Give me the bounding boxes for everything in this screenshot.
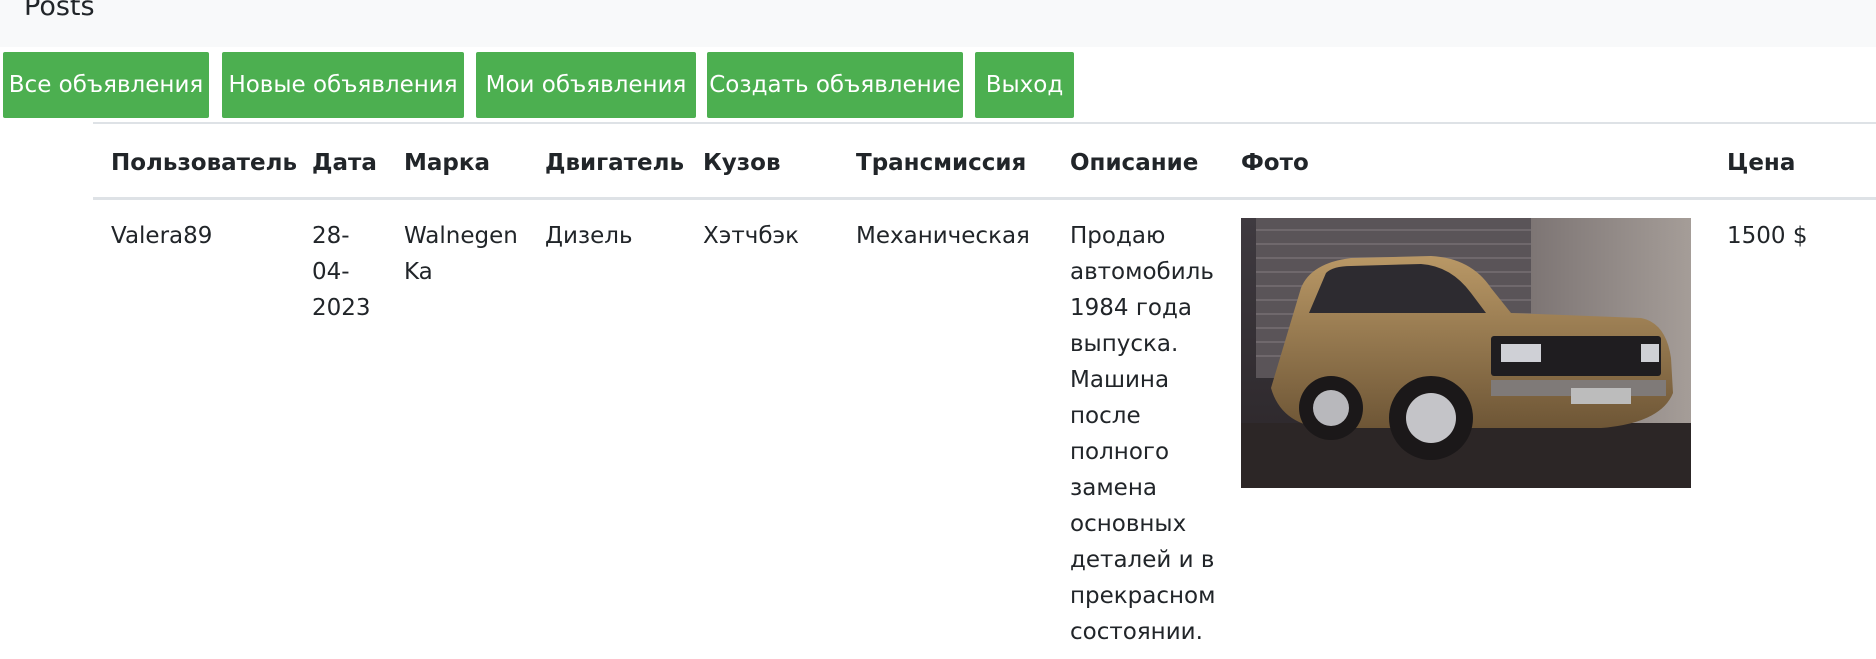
table-top-border	[93, 122, 1876, 124]
cell-price: 1500 $	[1727, 223, 1808, 249]
cell-brand: Walnegen Ka	[404, 218, 518, 290]
description-line: выпуска.	[1070, 331, 1179, 357]
logout-button[interactable]: Выход	[975, 52, 1074, 118]
header-transmission: Трансмиссия	[856, 150, 1027, 176]
new-posts-button[interactable]: Новые объявления	[222, 52, 464, 118]
header-photo: Фото	[1241, 150, 1309, 176]
app-brand[interactable]: Posts	[24, 0, 95, 24]
my-posts-button[interactable]: Мои объявления	[476, 52, 696, 118]
cell-date: 28- 04- 2023	[312, 218, 371, 326]
description-line: 1984 года	[1070, 295, 1192, 321]
header-description: Описание	[1070, 150, 1199, 176]
header-brand: Марка	[404, 150, 491, 176]
table-header-border	[93, 197, 1876, 200]
car-photo[interactable]	[1241, 218, 1691, 488]
cell-description: Продаю автомобиль 1984 года выпуска. Маш…	[1070, 218, 1220, 650]
date-line: 04-	[312, 259, 350, 285]
description-line: прекрасном	[1070, 583, 1216, 609]
header-price: Цена	[1727, 150, 1796, 176]
header-user: Пользователь	[111, 150, 297, 176]
top-navbar: Posts	[0, 0, 1876, 47]
car-photo-icon	[1241, 218, 1691, 488]
header-engine: Двигатель	[545, 150, 685, 176]
description-line: полного	[1070, 439, 1170, 465]
description-line: замена	[1070, 475, 1157, 501]
date-line: 28-	[312, 223, 350, 249]
description-line: Продаю	[1070, 223, 1166, 249]
cell-body: Хэтчбэк	[703, 223, 800, 249]
cell-user: Valera89	[111, 223, 213, 249]
description-line: основных	[1070, 511, 1187, 537]
date-line: 2023	[312, 295, 371, 321]
description-line: автомобиль	[1070, 259, 1214, 285]
brand-line: Walnegen	[404, 223, 518, 249]
header-body: Кузов	[703, 150, 781, 176]
cell-transmission: Механическая	[856, 223, 1030, 249]
all-posts-button[interactable]: Все объявления	[3, 52, 209, 118]
brand-line: Ka	[404, 259, 433, 285]
create-post-button[interactable]: Создать объявление	[707, 52, 963, 118]
description-line: состоянии.	[1070, 619, 1203, 645]
description-line: после	[1070, 403, 1141, 429]
header-date: Дата	[312, 150, 377, 176]
description-line: деталей и в	[1070, 547, 1215, 573]
description-line: Машина	[1070, 367, 1170, 393]
cell-engine: Дизель	[545, 223, 633, 249]
